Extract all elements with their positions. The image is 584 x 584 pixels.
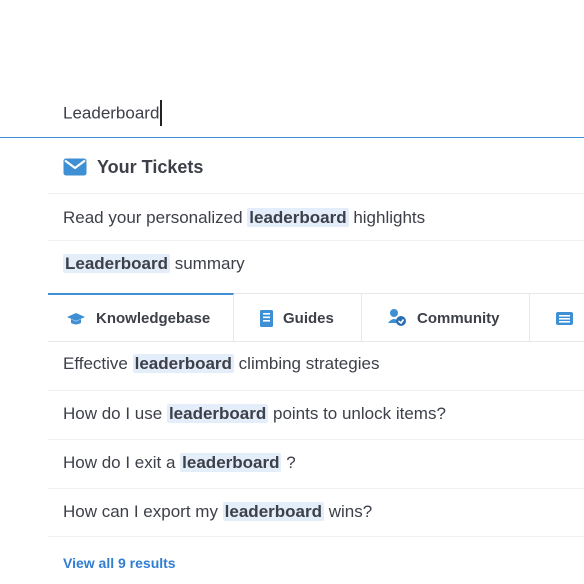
match-highlight: leaderboard xyxy=(166,404,269,423)
tickets-title: Your Tickets xyxy=(97,156,204,177)
tab-community[interactable]: Community xyxy=(362,294,530,342)
result-item[interactable]: How do I exit a leaderboard ? xyxy=(48,440,584,489)
match-highlight: leaderboard xyxy=(180,453,282,472)
book-icon xyxy=(260,309,273,327)
search-bar[interactable]: Leaderboard xyxy=(0,88,584,138)
match-highlight: leaderboard xyxy=(222,502,324,521)
tab-more[interactable] xyxy=(530,294,584,342)
tickets-section-header: Your Tickets xyxy=(63,155,203,179)
community-icon xyxy=(387,308,407,328)
result-tabs: Knowledgebase Guides Community xyxy=(48,293,584,342)
ticket-item[interactable]: Read your personalized leaderboard highl… xyxy=(48,193,584,241)
match-highlight: leaderboard xyxy=(247,208,349,227)
list-icon xyxy=(556,311,573,325)
envelope-icon xyxy=(63,158,87,176)
ticket-item[interactable]: Leaderboard summary xyxy=(48,241,584,293)
text-cursor xyxy=(160,100,162,126)
match-highlight: leaderboard xyxy=(132,354,234,373)
graduation-cap-icon xyxy=(66,311,86,327)
result-item[interactable]: How do I use leaderboard points to unloc… xyxy=(48,391,584,440)
tab-knowledgebase[interactable]: Knowledgebase xyxy=(48,293,234,342)
search-input[interactable]: Leaderboard xyxy=(63,100,162,127)
result-item[interactable]: Effective leaderboard climbing strategie… xyxy=(48,342,584,391)
match-highlight: Leaderboard xyxy=(63,254,170,273)
view-all-results-link[interactable]: View all 9 results xyxy=(63,555,176,571)
tab-guides[interactable]: Guides xyxy=(234,294,362,342)
result-item[interactable]: How can I export my leaderboard wins? xyxy=(48,489,584,537)
